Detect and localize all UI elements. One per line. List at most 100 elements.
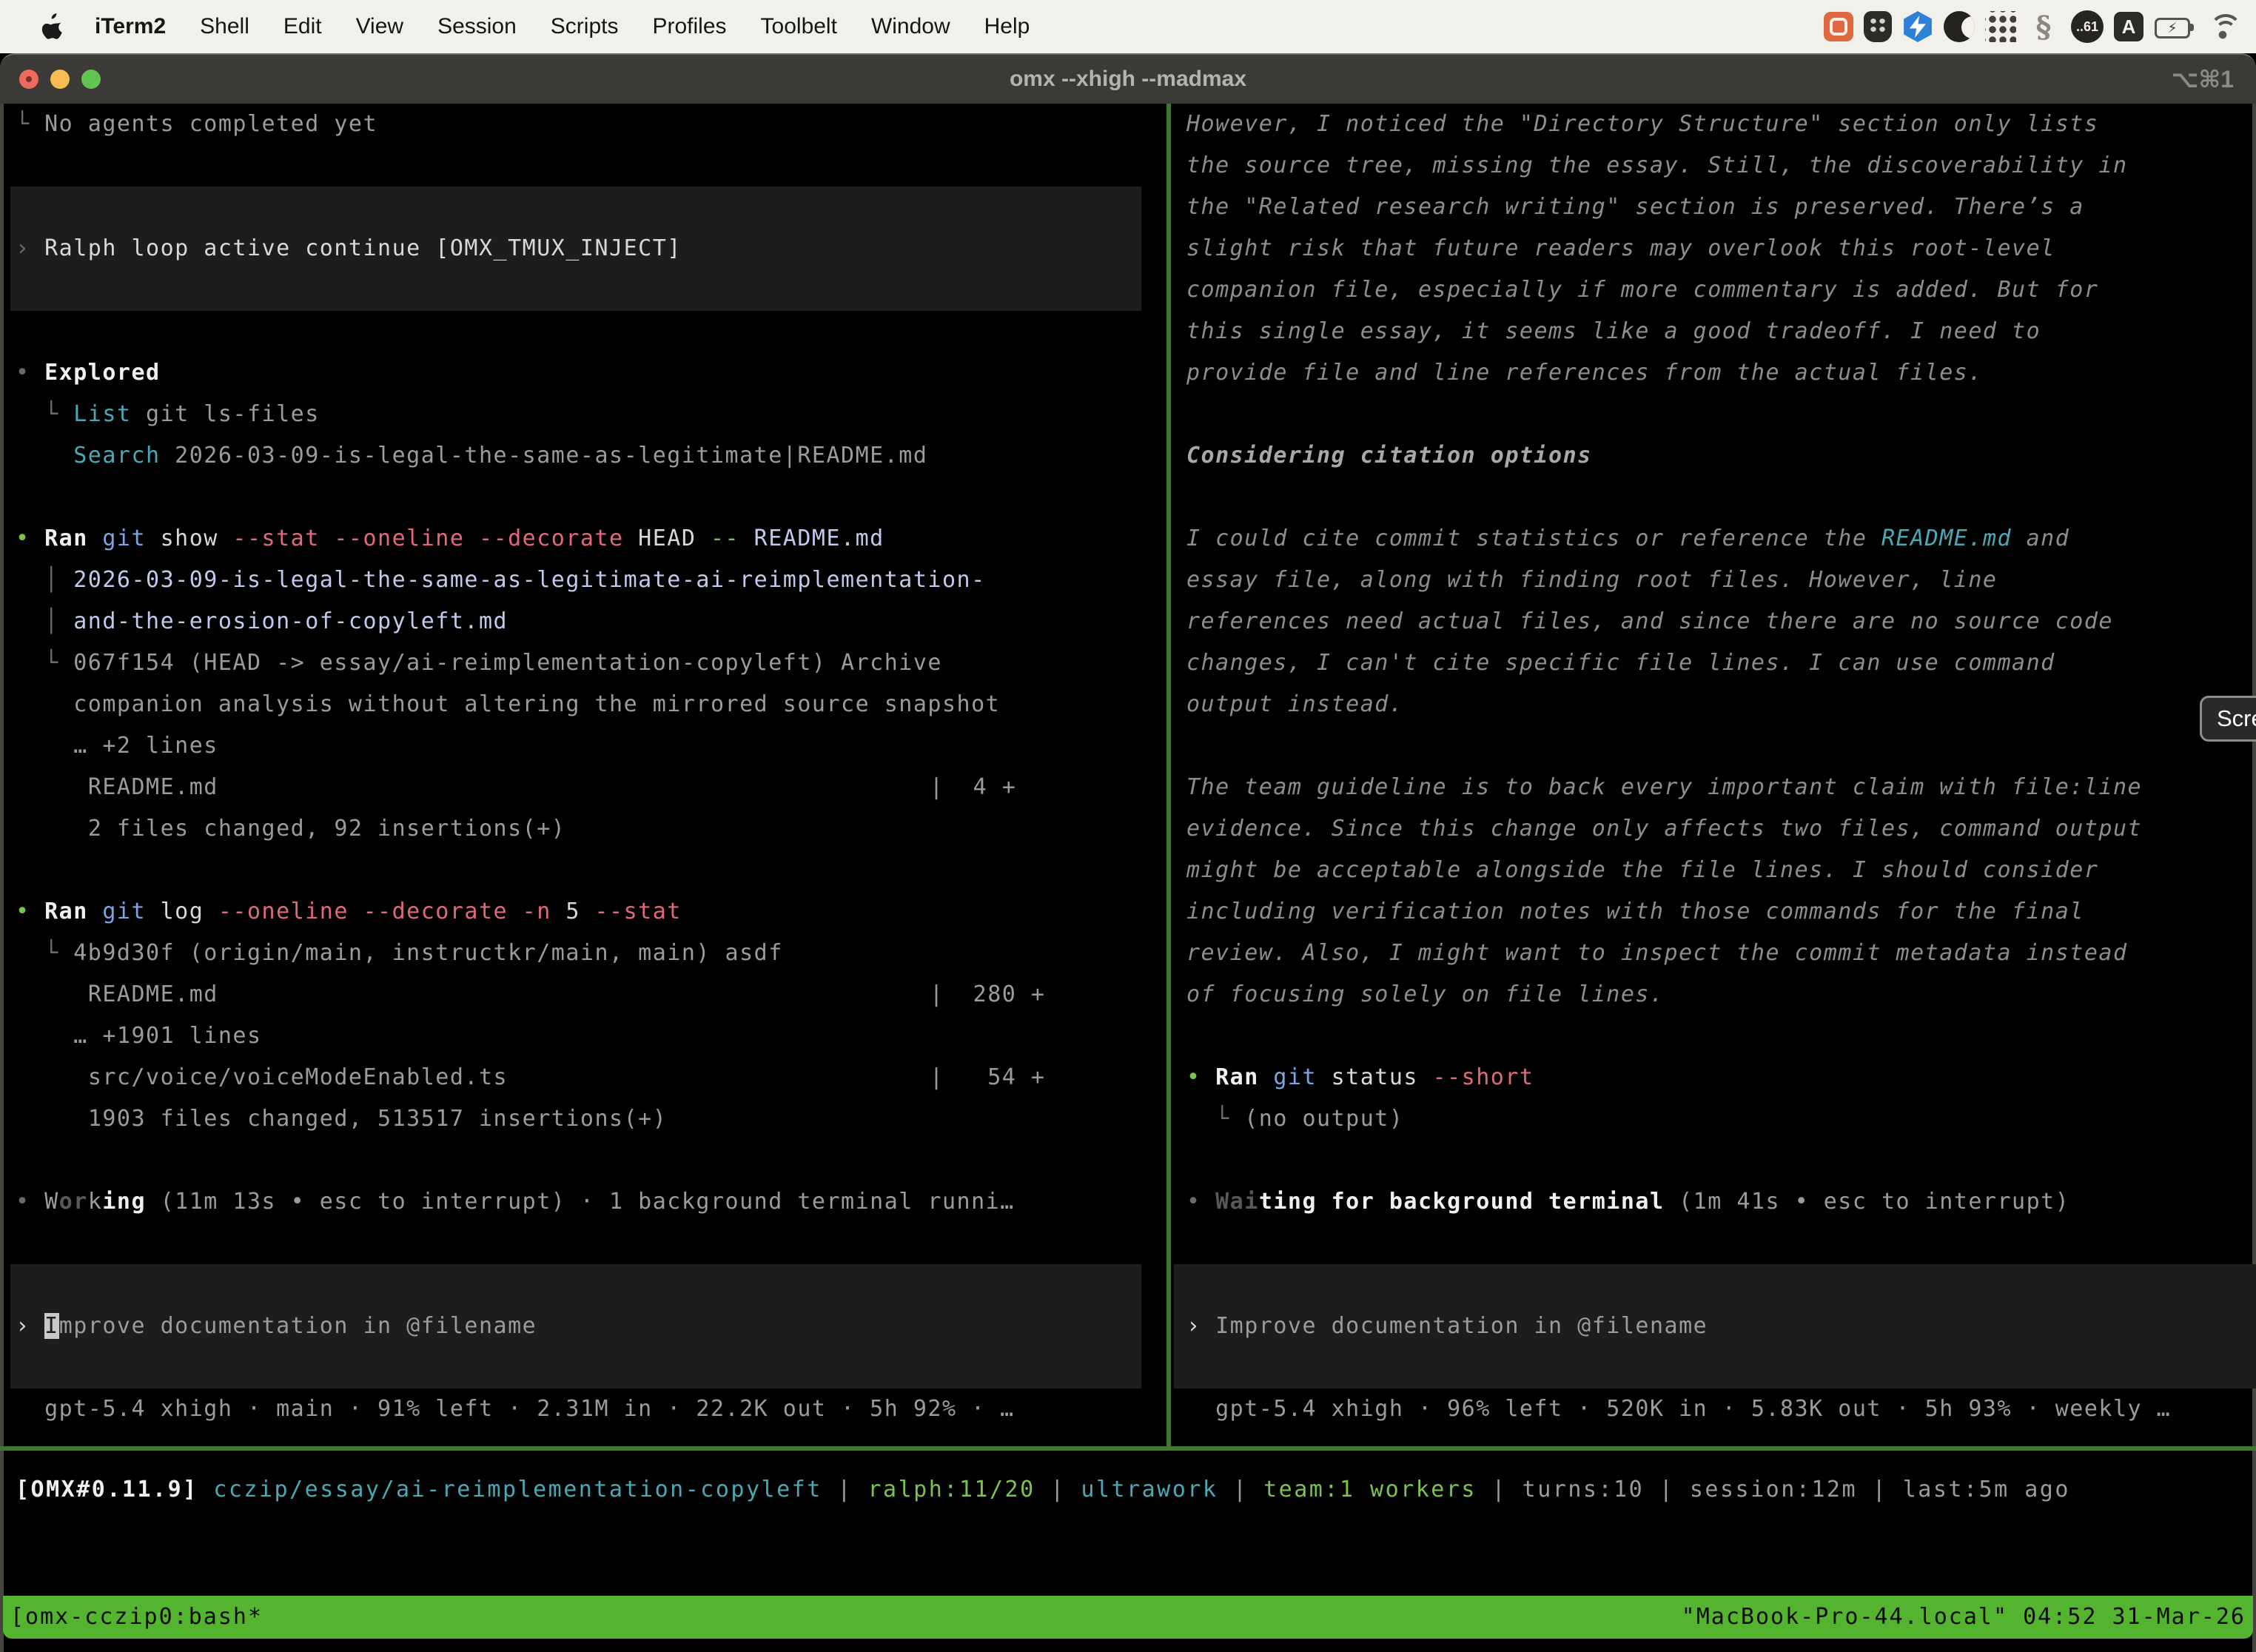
input-source-icon[interactable]: A (2114, 12, 2143, 41)
text-segment (16, 816, 88, 842)
text-segment: Wai (1215, 1189, 1259, 1215)
text-segment: 4b9d30f (origin/main, instructkr/main, m… (73, 940, 783, 966)
menu-item-iterm2[interactable]: iTerm2 (95, 14, 166, 39)
right-agent-pane[interactable]: However, I noticed the "Directory Struct… (1175, 104, 2255, 1430)
terminal-line (1175, 1015, 2255, 1057)
terminal-line (4, 187, 1166, 228)
shortcuts-icon[interactable]: § (2027, 10, 2061, 44)
menu-item-window[interactable]: Window (871, 14, 950, 39)
percent-badge-icon[interactable]: ..61 (2071, 10, 2104, 43)
menu-item-scripts[interactable]: Scripts (551, 14, 619, 39)
text-segment: | (1035, 1477, 1081, 1502)
text-segment: companion file, especially if more comme… (1186, 277, 2098, 303)
text-segment: • (16, 899, 44, 924)
menu-item-help[interactable]: Help (984, 14, 1030, 39)
text-segment: this single essay, it seems like a good … (1186, 318, 2041, 344)
pie-chart-icon[interactable] (1944, 11, 1975, 42)
text-segment: › (16, 1313, 44, 1339)
thinking-line: However, I noticed the "Directory Struct… (1175, 104, 2255, 145)
text-segment: | (1857, 1477, 1903, 1502)
text-segment: 1903 files changed, 513517 insertions(+) (88, 1106, 667, 1132)
menu-item-view[interactable]: View (356, 14, 403, 39)
text-segment (16, 1106, 88, 1132)
menu-item-session[interactable]: Session (437, 14, 517, 39)
command-line: • Ran git status --short (1175, 1057, 2255, 1098)
terminal-line: might be acceptable alongside the file l… (1175, 850, 2255, 891)
text-segment: or (59, 1189, 88, 1215)
tmux-session-window: [omx-cczip0:bash* (10, 1596, 263, 1639)
terminal-line (4, 269, 1166, 311)
dots-grid-icon[interactable] (1985, 11, 2016, 42)
text-segment: might be acceptable alongside the file l… (1186, 857, 2098, 883)
terminal-line (4, 145, 1166, 187)
window-title-bar[interactable]: omx --xhigh --madmax ⌥⌘1 (0, 53, 2256, 104)
terminal-line: references need actual files, and since … (1175, 601, 2255, 642)
terminal-line (1175, 725, 2255, 767)
terminal-line: … +1901 lines (4, 1015, 1166, 1057)
menu-item-toolbelt[interactable]: Toolbelt (761, 14, 837, 39)
text-segment: Search (73, 443, 160, 469)
terminal-line (4, 311, 1166, 352)
text-segment: --stat --oneline --decorate (218, 526, 624, 551)
text-segment: last:5m ago (1903, 1477, 2070, 1502)
terminal-line: companion analysis without altering the … (4, 684, 1166, 725)
apple-icon[interactable] (41, 13, 64, 40)
command-line: • Ran git log --oneline --decorate -n 5 … (4, 891, 1166, 933)
left-agent-pane[interactable]: └ No agents completed yet› Ralph loop ac… (4, 104, 1166, 1430)
menu-item-edit[interactable]: Edit (283, 14, 322, 39)
terminal-line: └ 067f154 (HEAD -> essay/ai-reimplementa… (4, 642, 1166, 684)
text-segment: git (1259, 1064, 1317, 1090)
text-segment: mprove documentation in @filename (59, 1313, 537, 1339)
text-segment: k (88, 1189, 103, 1215)
terminal-line: companion file, especially if more comme… (1175, 269, 2255, 311)
menu-item-shell[interactable]: Shell (200, 14, 249, 39)
keypad-shield-icon[interactable] (1864, 11, 1892, 42)
text-segment: └ (16, 111, 44, 137)
text-segment: evidence. Since this change only affects… (1186, 816, 2142, 842)
text-segment: | (1644, 1477, 1690, 1502)
text-segment: 2026-03-09-is-legal-the-same-as-legitima… (161, 443, 928, 469)
text-segment: [OMX#0.11.9] (16, 1477, 198, 1502)
terminal-line: slight risk that future readers may over… (1175, 228, 2255, 269)
text-segment (198, 1477, 214, 1502)
screen-overlay-button[interactable]: Scre (2200, 696, 2256, 742)
terminal-line: └ List git ls-files (4, 394, 1166, 435)
text-segment: • (1186, 1189, 1215, 1215)
text-segment: the source tree, missing the essay. Stil… (1186, 152, 2128, 178)
right-pane-rows: However, I noticed the "Directory Struct… (1175, 104, 2255, 1430)
text-segment: changes, I can't cite specific file line… (1186, 650, 2055, 676)
text-segment: 2 files changed, 92 insertions(+) (88, 816, 566, 842)
text-segment: --stat (580, 899, 682, 924)
tmux-status-bar: [omx-cczip0:bash* "MacBook-Pro-44.local"… (3, 1596, 2253, 1639)
menu-item-profiles[interactable]: Profiles (652, 14, 726, 39)
text-segment: status (1317, 1064, 1418, 1090)
wifi-icon[interactable] (2206, 10, 2240, 44)
battery-icon[interactable] (2154, 10, 2195, 44)
diffstat-value: | 54 + (930, 1057, 1046, 1098)
text-segment: README.md (739, 526, 884, 551)
text-segment: ultrawork (1081, 1477, 1218, 1502)
terminal-line: 1903 files changed, 513517 insertions(+) (4, 1098, 1166, 1140)
text-segment: (1m 41s • esc to interrupt) (1665, 1189, 2070, 1215)
terminal-line: essay file, along with finding root file… (1175, 560, 2255, 601)
text-segment: I could cite commit statistics or refere… (1186, 526, 1881, 551)
text-segment: show (146, 526, 218, 551)
terminal-line: I could cite commit statistics or refere… (1175, 518, 2255, 560)
energy-bolt-icon[interactable] (1902, 11, 1933, 42)
chat-bubble-icon[interactable] (1824, 12, 1853, 41)
text-segment: W (44, 1189, 59, 1215)
terminal-line (1175, 1140, 2255, 1181)
text-segment: └ (16, 650, 73, 676)
text-segment: Considering citation options (1186, 443, 1592, 469)
pane-divider-vertical[interactable] (1166, 104, 1171, 1446)
text-segment: the "Related research writing" section i… (1186, 194, 2084, 220)
text-segment: cczip/essay/ai-reimplementation-copyleft (213, 1477, 822, 1502)
text-segment: turns:10 (1523, 1477, 1645, 1502)
diffstat-line: README.md| 280 + (4, 974, 1166, 1015)
text-segment: • (16, 526, 44, 551)
text-segment (16, 1064, 88, 1090)
terminal-line (4, 1140, 1166, 1181)
thinking-header-line: Considering citation options (1175, 435, 2255, 477)
text-segment: I (44, 1313, 59, 1339)
prompt-input-line: › Improve documentation in @filename (1175, 1306, 2255, 1347)
